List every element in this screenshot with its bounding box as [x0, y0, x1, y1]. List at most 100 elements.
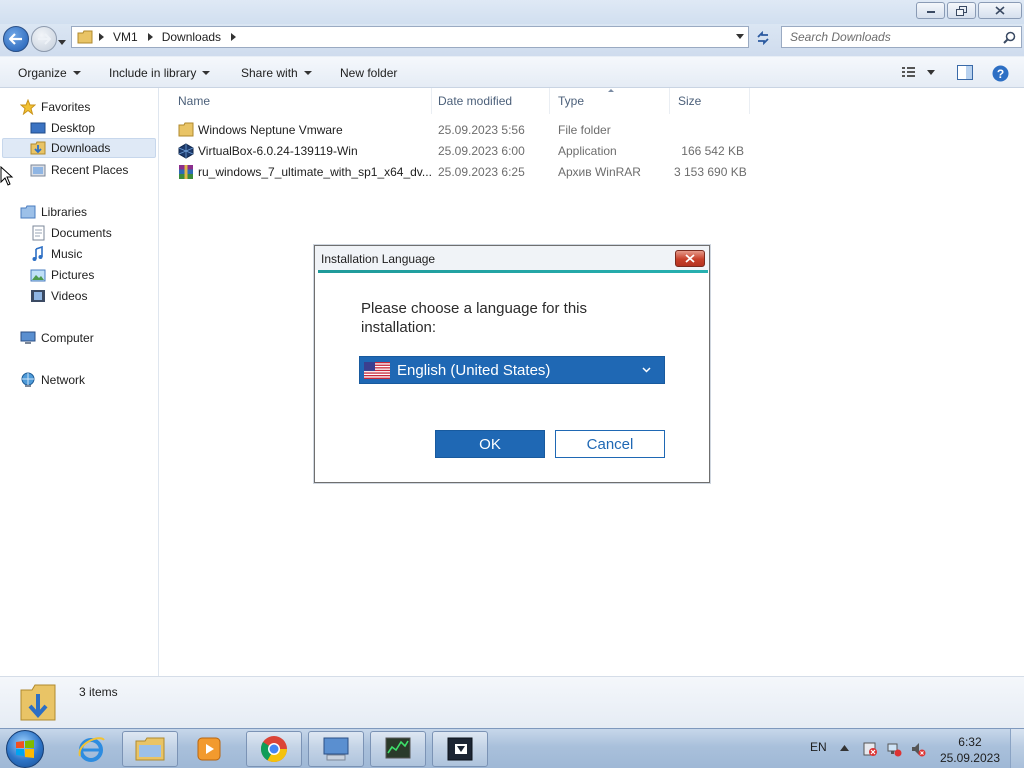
restore-icon — [956, 5, 967, 16]
nav-network[interactable]: Network — [20, 370, 85, 390]
action-center-icon[interactable] — [862, 741, 878, 757]
virtualbox-icon — [178, 143, 194, 159]
nav-downloads[interactable]: Downloads — [2, 138, 156, 158]
installer-icon — [447, 737, 473, 761]
taskbar-installer[interactable] — [432, 731, 488, 767]
file-row[interactable]: ru_windows_7_ultimate_with_sp1_x64_dv...… — [176, 162, 756, 182]
organize-menu[interactable]: Organize — [18, 66, 81, 80]
taskbar-remote-desktop[interactable] — [308, 731, 364, 767]
us-flag-icon — [364, 361, 390, 379]
nav-libraries[interactable]: Libraries — [20, 202, 87, 222]
nav-music-label: Music — [51, 247, 83, 261]
selected-language: English (United States) — [397, 361, 551, 379]
nav-pictures-label: Pictures — [51, 268, 95, 282]
start-button[interactable] — [6, 730, 44, 768]
include-in-library-menu[interactable]: Include in library — [109, 66, 211, 80]
ok-button[interactable]: OK — [435, 430, 545, 458]
nav-documents-label: Documents — [51, 226, 112, 240]
close-icon — [685, 254, 695, 263]
network-tray-icon[interactable] — [886, 741, 902, 757]
column-header-size[interactable]: Size — [668, 88, 750, 114]
file-type: File folder — [558, 123, 611, 137]
file-size: 3 153 690 KB — [674, 165, 747, 179]
nav-desktop-label: Desktop — [51, 121, 96, 135]
network-icon — [21, 372, 35, 387]
breadcrumb-arrow-icon — [231, 33, 237, 41]
dialog-close-button[interactable] — [675, 250, 705, 267]
file-type: Application — [558, 144, 617, 158]
organize-label: Organize — [18, 66, 67, 80]
volume-muted-icon[interactable] — [910, 741, 926, 757]
close-button[interactable] — [978, 2, 1022, 19]
column-date-label: Date modified — [438, 94, 513, 108]
help-button[interactable]: ? — [992, 65, 1009, 85]
language-select[interactable]: English (United States) — [359, 356, 665, 384]
file-name: ru_windows_7_ultimate_with_sp1_x64_dv... — [198, 165, 432, 179]
recent-places-icon — [30, 164, 46, 177]
refresh-button[interactable] — [752, 28, 774, 48]
show-hidden-icons-icon[interactable] — [840, 745, 849, 751]
chrome-icon — [260, 736, 288, 763]
taskbar-task-manager[interactable] — [370, 731, 426, 767]
remote-desktop-icon — [323, 737, 349, 761]
breadcrumb-vm1[interactable]: VM1 — [113, 30, 138, 44]
new-folder-button[interactable]: New folder — [340, 66, 397, 80]
new-folder-label: New folder — [340, 66, 398, 80]
system-clock[interactable]: 6:32 25.09.2023 — [940, 734, 1000, 766]
nav-desktop[interactable]: Desktop — [30, 118, 95, 138]
chevron-down-icon — [72, 71, 81, 75]
back-button[interactable] — [3, 26, 29, 52]
search-box[interactable] — [781, 26, 1022, 48]
pictures-icon — [30, 269, 46, 282]
nav-computer[interactable]: Computer — [20, 328, 94, 348]
chevron-down-icon — [642, 367, 651, 373]
file-row[interactable]: VirtualBox-6.0.24-139119-Win 25.09.2023 … — [176, 141, 756, 161]
refresh-icon — [757, 31, 769, 45]
column-header-name[interactable]: Name — [168, 88, 432, 114]
column-type-label: Type — [558, 94, 585, 108]
search-icon[interactable] — [1003, 31, 1016, 44]
libraries-icon — [20, 205, 36, 219]
forward-button[interactable] — [31, 26, 57, 52]
search-input[interactable] — [782, 30, 992, 44]
share-with-menu[interactable]: Share with — [241, 66, 312, 80]
explorer-folder-icon — [135, 737, 165, 761]
nav-pictures[interactable]: Pictures — [30, 265, 94, 285]
change-view-button[interactable] — [901, 65, 937, 82]
column-header-date-modified[interactable]: Date modified — [428, 88, 550, 114]
taskbar-chrome[interactable] — [246, 731, 302, 767]
nav-recent-places-label: Recent Places — [51, 163, 129, 177]
minimize-button[interactable] — [916, 2, 945, 19]
file-row[interactable]: Windows Neptune Vmware 25.09.2023 5:56 F… — [176, 120, 756, 140]
nav-music[interactable]: Music — [30, 244, 82, 264]
address-dropdown-icon[interactable] — [736, 34, 744, 39]
nav-documents[interactable]: Documents — [30, 223, 112, 243]
language-indicator[interactable]: EN — [810, 740, 827, 754]
caption-buttons — [916, 2, 1022, 19]
nav-recent-places[interactable]: Recent Places — [30, 160, 128, 180]
cancel-button[interactable]: Cancel — [555, 430, 665, 458]
installation-language-dialog: Installation Language Please choose a la… — [314, 245, 710, 483]
nav-favorites-label: Favorites — [41, 100, 91, 114]
nav-videos[interactable]: Videos — [30, 286, 87, 306]
restore-button[interactable] — [947, 2, 976, 19]
navigation-pane: Favorites Desktop Downloads Recent Place… — [0, 88, 159, 676]
show-desktop-button[interactable] — [1010, 729, 1024, 768]
nav-computer-label: Computer — [41, 331, 94, 345]
file-type: Архив WinRAR — [558, 165, 641, 179]
sort-arrow-icon — [608, 89, 614, 92]
breadcrumb-downloads[interactable]: Downloads — [162, 30, 221, 44]
address-row: VM1 Downloads — [0, 24, 1024, 56]
preview-pane-icon — [957, 65, 973, 80]
taskbar-media-player[interactable] — [181, 731, 237, 767]
taskbar-explorer[interactable] — [122, 731, 178, 767]
nav-favorites[interactable]: Favorites — [20, 97, 90, 117]
dialog-prompt: Please choose a language for this instal… — [361, 300, 587, 336]
address-bar[interactable]: VM1 Downloads — [71, 26, 749, 48]
recent-pages-dropdown[interactable] — [58, 34, 66, 48]
taskbar-internet-explorer[interactable] — [63, 731, 119, 767]
breadcrumb-arrow-icon — [147, 33, 153, 41]
preview-pane-button[interactable] — [957, 65, 973, 83]
task-manager-icon — [385, 737, 411, 759]
items-count: 3 items — [79, 685, 118, 699]
